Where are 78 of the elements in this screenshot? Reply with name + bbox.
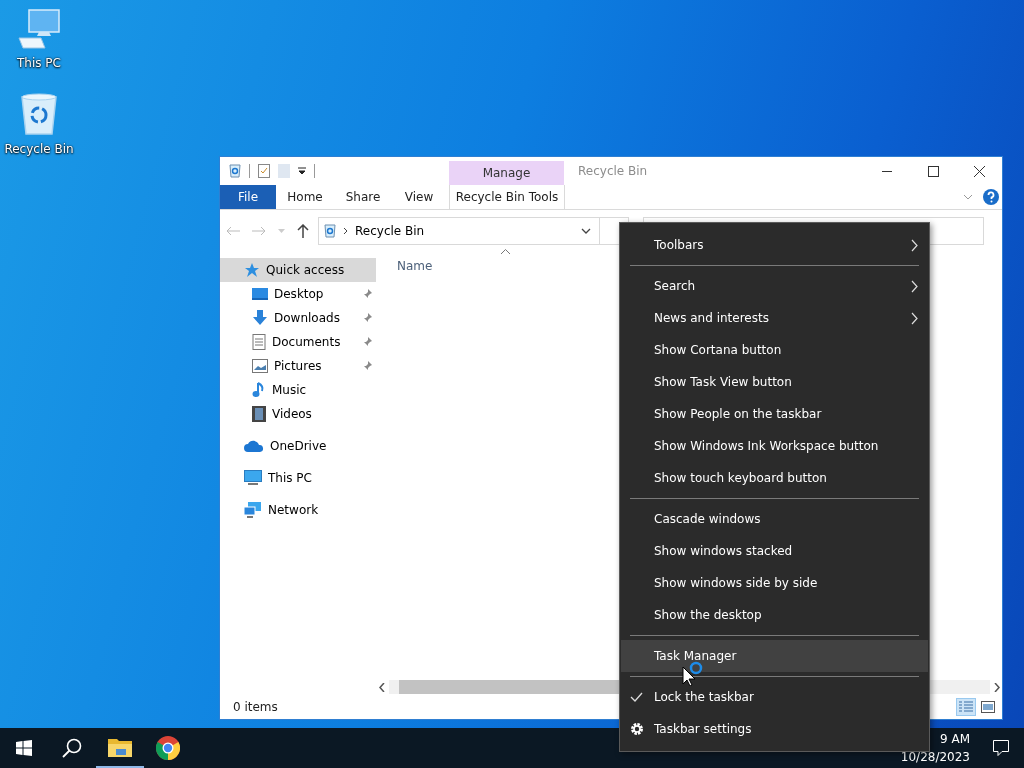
maximize-icon[interactable] <box>927 165 939 177</box>
scroll-right-icon[interactable] <box>994 682 1000 692</box>
chevron-right-icon <box>343 227 348 235</box>
menu-item[interactable]: Show Cortana button <box>621 334 928 366</box>
settings-icon <box>630 722 644 736</box>
checkmark-icon <box>630 692 643 702</box>
help-icon[interactable] <box>983 189 999 205</box>
nav-item[interactable]: Pictures <box>220 354 376 378</box>
nav-item[interactable]: Quick access <box>220 258 376 282</box>
ribbon-tab[interactable]: Recycle Bin Tools <box>449 185 565 209</box>
pin-icon <box>362 313 372 323</box>
network-icon <box>244 502 262 518</box>
ribbon-tab[interactable]: View <box>392 185 446 209</box>
ribbon-tab[interactable]: File <box>220 185 276 209</box>
window-title: Recycle Bin <box>577 163 649 180</box>
status-text: 0 items <box>233 700 279 714</box>
chevron-down-icon[interactable] <box>581 228 591 234</box>
notification-icon[interactable] <box>993 740 1009 756</box>
address-bar[interactable]: Recycle Bin <box>318 217 600 245</box>
clock-date[interactable]: 10/28/2023 <box>900 748 970 766</box>
nav-item[interactable]: Network <box>220 498 376 522</box>
menu-item[interactable]: Show touch keyboard button <box>621 462 928 494</box>
start-icon <box>16 740 32 756</box>
sort-caret-icon <box>501 249 510 254</box>
computer-icon <box>17 8 61 50</box>
menu-item[interactable]: Show windows stacked <box>621 535 928 567</box>
menu-item[interactable]: Taskbar settings <box>621 713 928 745</box>
menu-item[interactable]: Show Task View button <box>621 366 928 398</box>
menu-item[interactable]: Show People on the taskbar <box>621 398 928 430</box>
film-icon <box>252 406 266 422</box>
recycle-bin-icon <box>229 164 241 178</box>
pin-icon <box>362 361 372 371</box>
chevron-right-icon <box>911 311 918 325</box>
search-icon <box>62 738 82 758</box>
close-icon[interactable] <box>973 165 985 177</box>
menu-item[interactable]: Show the desktop <box>621 599 928 631</box>
ribbon-tab[interactable]: Share <box>334 185 392 209</box>
desktop-folder-icon <box>252 287 268 301</box>
menu-item[interactable]: News and interests <box>621 302 928 334</box>
nav-item[interactable]: Videos <box>220 402 376 426</box>
nav-item[interactable]: Downloads <box>220 306 376 330</box>
context-tab-header: Manage <box>449 161 564 185</box>
menu-item[interactable]: Toolbars <box>621 229 928 261</box>
recycle-bin-icon <box>324 224 336 238</box>
folder-icon <box>108 737 132 757</box>
nav-item[interactable]: Music <box>220 378 376 402</box>
column-header[interactable]: Name <box>397 259 433 273</box>
pin-icon <box>362 289 372 299</box>
picture-icon <box>252 359 268 373</box>
nav-item[interactable]: Documents <box>220 330 376 354</box>
document-icon <box>252 334 266 350</box>
nav-item[interactable]: OneDrive <box>220 434 376 458</box>
properties-icon[interactable] <box>258 164 270 178</box>
menu-item[interactable]: Lock the taskbar <box>621 681 928 713</box>
up-arrow-icon[interactable] <box>297 224 309 238</box>
menu-item[interactable]: Show Windows Ink Workspace button <box>621 430 928 462</box>
chrome-icon <box>156 736 180 760</box>
cloud-icon <box>244 440 264 452</box>
scroll-left-icon[interactable] <box>379 682 385 692</box>
minimize-icon[interactable] <box>882 170 892 172</box>
download-arrow-icon <box>252 310 268 326</box>
chevron-right-icon <box>911 279 918 293</box>
music-note-icon <box>252 382 266 398</box>
clock-time[interactable]: 9 AM <box>940 730 970 748</box>
menu-item[interactable]: Show windows side by side <box>621 567 928 599</box>
dropdown-icon[interactable] <box>298 167 306 175</box>
ribbon-tab[interactable]: Home <box>276 185 334 209</box>
recycle-bin-icon <box>19 92 59 136</box>
nav-item[interactable]: Desktop <box>220 282 376 306</box>
computer-icon <box>244 470 262 486</box>
tiles-view-button[interactable] <box>978 698 998 716</box>
star-icon <box>244 262 260 278</box>
menu-item[interactable]: Cascade windows <box>621 503 928 535</box>
pin-icon <box>362 337 372 347</box>
chevron-right-icon <box>911 238 918 252</box>
menu-item[interactable]: Task Manager <box>621 640 928 672</box>
menu-item[interactable]: Search <box>621 270 928 302</box>
nav-item[interactable]: This PC <box>220 466 376 490</box>
